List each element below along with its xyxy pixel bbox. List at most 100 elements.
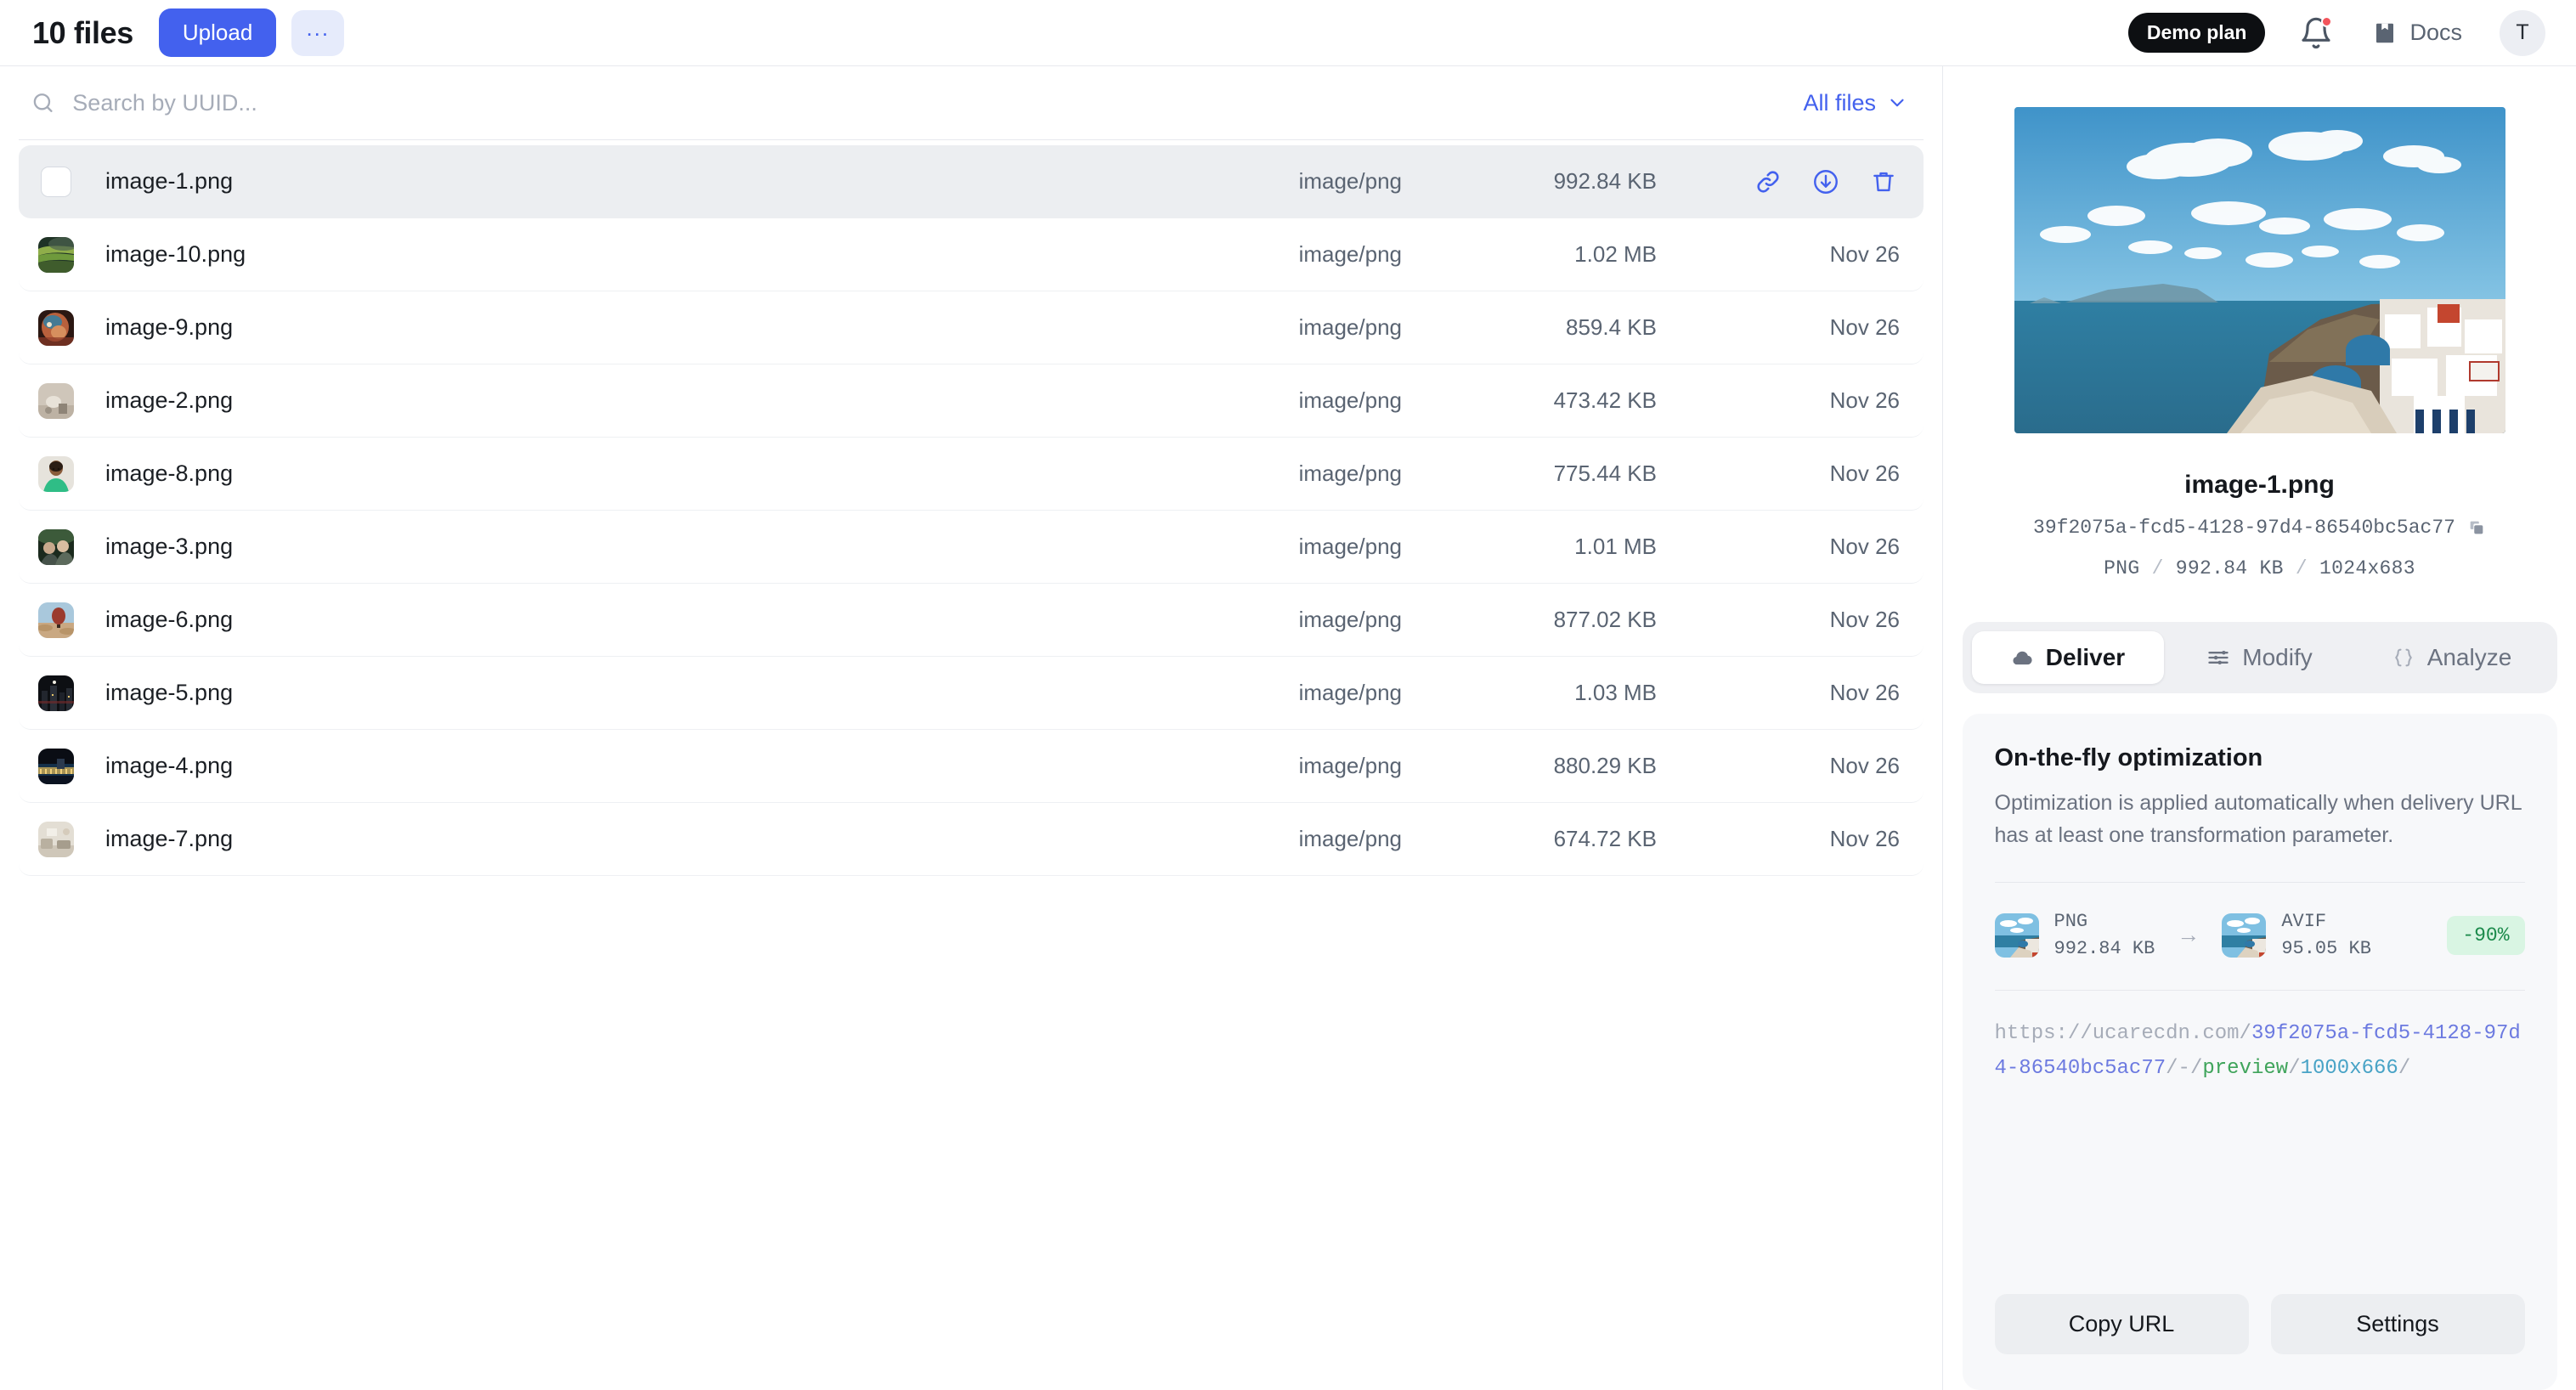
- file-name: image-5.png: [82, 680, 1096, 706]
- file-type: image/png: [1096, 387, 1402, 414]
- avatar[interactable]: T: [2500, 10, 2545, 56]
- tab-modify-label: Modify: [2242, 644, 2312, 671]
- table-row[interactable]: image-7.pngimage/png674.72 KBNov 26: [19, 803, 1924, 876]
- copy-link-icon[interactable]: [1752, 166, 1784, 198]
- file-thumbnail: [38, 310, 74, 346]
- table-row[interactable]: image-8.pngimage/png775.44 KBNov 26: [19, 438, 1924, 511]
- thumb-night-city-icon: [38, 675, 74, 711]
- docs-label: Docs: [2409, 20, 2462, 46]
- url-uuid-slash: /: [2166, 1057, 2178, 1080]
- file-list-panel: All files image-1.pngimage/png992.84 KBi…: [0, 66, 1943, 1390]
- thumb-couple-dark-icon: [38, 529, 74, 565]
- notifications-button[interactable]: [2299, 16, 2333, 50]
- search-icon: [31, 90, 55, 116]
- trash-icon[interactable]: [1867, 166, 1900, 198]
- meta-sep-1: /: [2152, 557, 2164, 579]
- file-date: Nov 26: [1657, 607, 1912, 633]
- thumb-facepaint-icon: [38, 310, 74, 346]
- more-actions-button[interactable]: ...: [291, 10, 344, 56]
- top-bar: 10 files Upload ... Demo plan Docs T: [0, 0, 2576, 66]
- file-name: image-1.png: [82, 168, 1096, 195]
- tab-analyze[interactable]: Analyze: [2356, 631, 2548, 684]
- file-name: image-2.png: [82, 387, 1096, 414]
- tab-deliver-label: Deliver: [2046, 644, 2125, 671]
- settings-button[interactable]: Settings: [2271, 1294, 2525, 1354]
- thumb-night-bridge-icon: [38, 749, 74, 784]
- notification-dot: [2321, 16, 2332, 27]
- file-date: Nov 26: [1657, 387, 1912, 414]
- source-thumb: [1995, 913, 2039, 958]
- row-thumb-cell: [31, 822, 82, 857]
- file-filter-dropdown[interactable]: All files: [1803, 90, 1912, 116]
- file-name: image-3.png: [82, 534, 1096, 560]
- detail-format: PNG: [2104, 557, 2139, 579]
- copy-icon[interactable]: [2467, 518, 2486, 537]
- target-thumb: [2222, 913, 2266, 958]
- file-date: Nov 26: [1657, 241, 1912, 268]
- card-buttons: Copy URL Settings: [1995, 1294, 2525, 1390]
- file-type: image/png: [1096, 753, 1402, 779]
- detail-size: 992.84 KB: [2176, 557, 2284, 579]
- deliver-heading: On-the-fly optimization: [1995, 744, 2525, 772]
- row-thumb-cell: [31, 529, 82, 565]
- url-value: 1000x666: [2301, 1057, 2398, 1080]
- upload-button[interactable]: Upload: [159, 8, 276, 57]
- file-rows: image-1.pngimage/png992.84 KBimage-10.pn…: [19, 145, 1924, 876]
- file-size: 1.02 MB: [1402, 241, 1657, 268]
- search-row: All files: [0, 66, 1942, 139]
- source-format-label: PNG: [2054, 908, 2155, 935]
- body: All files image-1.pngimage/png992.84 KBi…: [0, 66, 2576, 1390]
- file-name: image-9.png: [82, 314, 1096, 341]
- table-row[interactable]: image-9.pngimage/png859.4 KBNov 26: [19, 291, 1924, 364]
- table-row[interactable]: image-2.pngimage/png473.42 KBNov 26: [19, 364, 1924, 438]
- chevron-down-icon: [1886, 92, 1908, 114]
- file-size: 1.03 MB: [1402, 680, 1657, 706]
- table-row[interactable]: image-3.pngimage/png1.01 MBNov 26: [19, 511, 1924, 584]
- page-title: 10 files: [32, 15, 133, 51]
- row-checkbox[interactable]: [41, 167, 71, 197]
- target-format-text: AVIF 95.05 KB: [2281, 908, 2371, 963]
- file-size: 992.84 KB: [1402, 168, 1657, 195]
- copy-url-button[interactable]: Copy URL: [1995, 1294, 2249, 1354]
- url-op-prefix: -/: [2178, 1057, 2203, 1080]
- source-format-size: 992.84 KB: [2054, 935, 2155, 963]
- thumb-man-green-icon: [38, 456, 74, 492]
- detail-meta: PNG / 992.84 KB / 1024x683: [2104, 557, 2415, 579]
- tab-modify[interactable]: Modify: [2164, 631, 2356, 684]
- url-trailing-slash: /: [2398, 1057, 2410, 1080]
- deliver-card: On-the-fly optimization Optimization is …: [1963, 714, 2557, 1390]
- table-row[interactable]: image-10.pngimage/png1.02 MBNov 26: [19, 218, 1924, 291]
- plan-badge[interactable]: Demo plan: [2128, 13, 2266, 53]
- source-format: PNG 992.84 KB: [1995, 908, 2155, 963]
- table-row[interactable]: image-6.pngimage/png877.02 KBNov 26: [19, 584, 1924, 657]
- format-conversion-row: PNG 992.84 KB →: [1995, 883, 2525, 963]
- top-bar-right: Demo plan Docs T: [2128, 10, 2545, 56]
- tab-deliver[interactable]: Deliver: [1972, 631, 2164, 684]
- thumb-balloon-icon: [38, 602, 74, 638]
- table-row[interactable]: image-4.pngimage/png880.29 KBNov 26: [19, 730, 1924, 803]
- detail-dimensions: 1024x683: [2319, 557, 2415, 579]
- row-thumb-cell: [31, 749, 82, 784]
- search-input[interactable]: [72, 90, 1803, 116]
- file-table: image-1.pngimage/png992.84 KBimage-10.pn…: [0, 139, 1942, 1390]
- detail-uuid-row[interactable]: 39f2075a-fcd5-4128-97d4-86540bc5ac77: [2033, 517, 2486, 539]
- table-row[interactable]: image-1.pngimage/png992.84 KB: [19, 145, 1924, 218]
- search-box: [31, 90, 1803, 116]
- delivery-url[interactable]: https://ucarecdn.com/ 39f2075a-fcd5-4128…: [1995, 1016, 2525, 1087]
- file-size: 1.01 MB: [1402, 534, 1657, 560]
- row-thumb-cell: [31, 456, 82, 492]
- deliver-description: Optimization is applied automatically wh…: [1995, 788, 2525, 851]
- arrow-right-icon: →: [2177, 922, 2200, 948]
- docs-link[interactable]: Docs: [2372, 20, 2462, 46]
- cloud-icon: [2010, 646, 2034, 670]
- target-format: AVIF 95.05 KB: [2222, 908, 2371, 963]
- file-type: image/png: [1096, 461, 1402, 487]
- download-icon[interactable]: [1810, 166, 1842, 198]
- table-row[interactable]: image-5.pngimage/png1.03 MBNov 26: [19, 657, 1924, 730]
- tab-analyze-label: Analyze: [2427, 644, 2512, 671]
- file-type: image/png: [1096, 534, 1402, 560]
- file-size: 674.72 KB: [1402, 826, 1657, 852]
- savings-badge: -90%: [2447, 916, 2524, 955]
- detail-uuid: 39f2075a-fcd5-4128-97d4-86540bc5ac77: [2033, 517, 2455, 539]
- file-size: 880.29 KB: [1402, 753, 1657, 779]
